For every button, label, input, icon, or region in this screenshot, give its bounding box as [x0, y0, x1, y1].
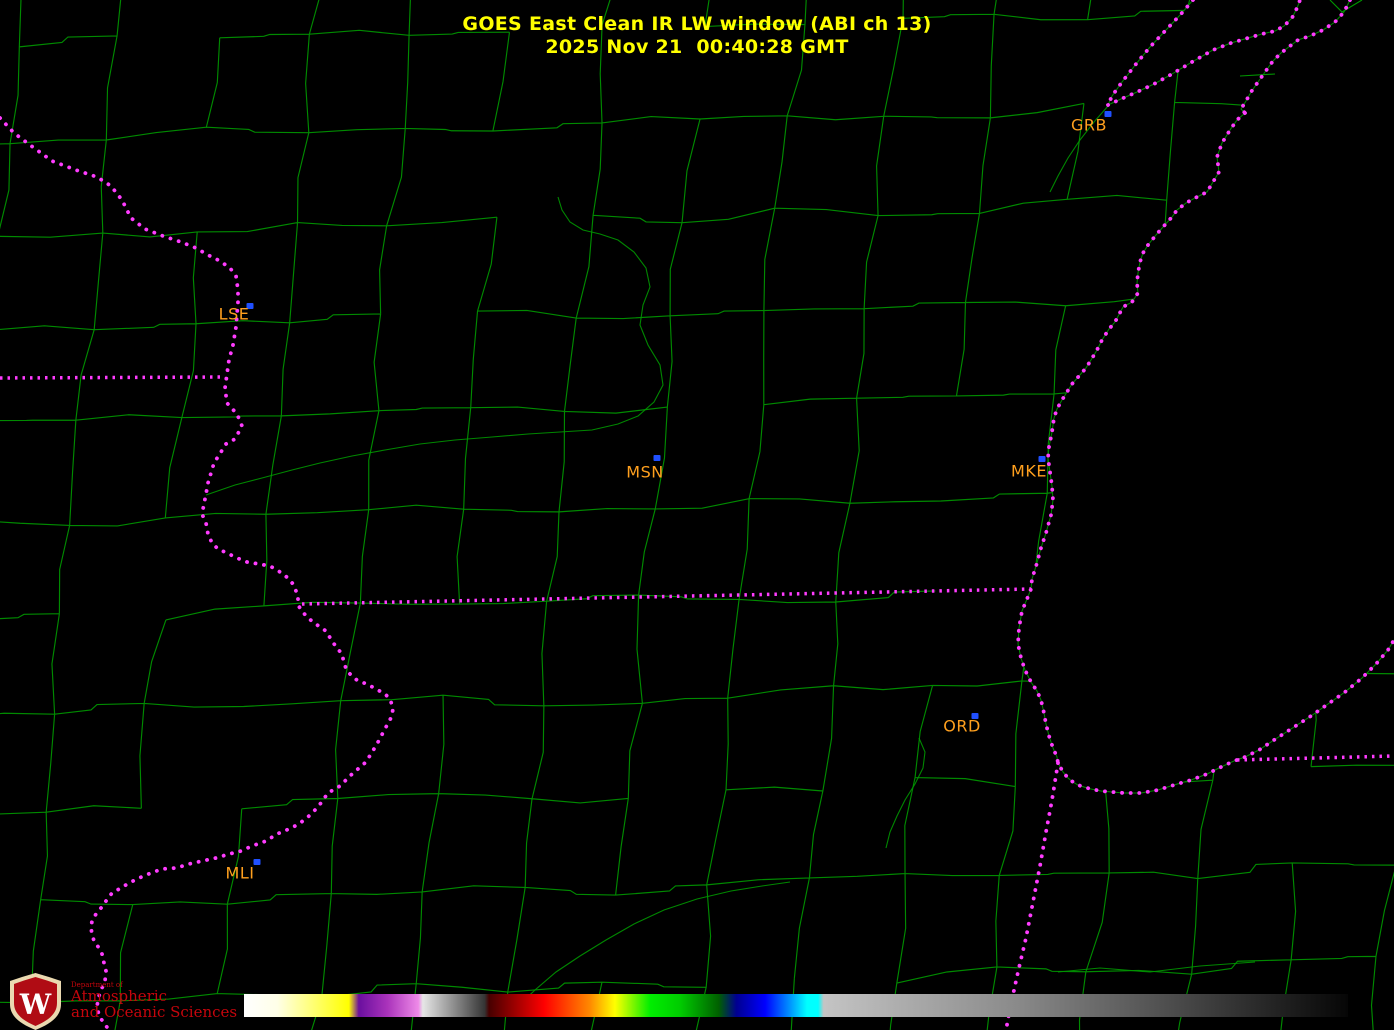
- river-line: [206, 197, 663, 495]
- station-label: MKE: [1011, 462, 1047, 481]
- uw-crest-icon: W: [8, 972, 63, 1030]
- station-marker: [654, 455, 661, 461]
- svg-text:W: W: [19, 988, 52, 1021]
- station-marker: [254, 859, 261, 865]
- il-in-border: [1006, 763, 1058, 1030]
- map-canvas: [0, 0, 1394, 1030]
- station-label: MLI: [226, 864, 255, 883]
- mn-ia-border: [0, 377, 224, 378]
- uw-aos-logo: W Department of Atmospheric and Oceanic …: [8, 972, 237, 1030]
- in-mi-border: [1237, 756, 1394, 760]
- river-line: [886, 738, 925, 848]
- station-label: MSN: [626, 463, 663, 482]
- temperature-colorbar: [244, 994, 1348, 1017]
- logo-text: Department of Atmospheric and Oceanic Sc…: [71, 982, 237, 1021]
- satellite-image: GOES East Clean IR LW window (ABI ch 13)…: [0, 0, 1394, 1030]
- logo-name-line-2: and Oceanic Sciences: [71, 1005, 237, 1021]
- station-label: ORD: [943, 717, 981, 736]
- station-label: GRB: [1071, 116, 1107, 135]
- title-line-1: GOES East Clean IR LW window (ABI ch 13): [0, 13, 1394, 36]
- title-line-2: 2025 Nov 21 00:40:28 GMT: [0, 36, 1394, 59]
- image-title: GOES East Clean IR LW window (ABI ch 13)…: [0, 13, 1394, 59]
- station-label: LSE: [219, 305, 250, 324]
